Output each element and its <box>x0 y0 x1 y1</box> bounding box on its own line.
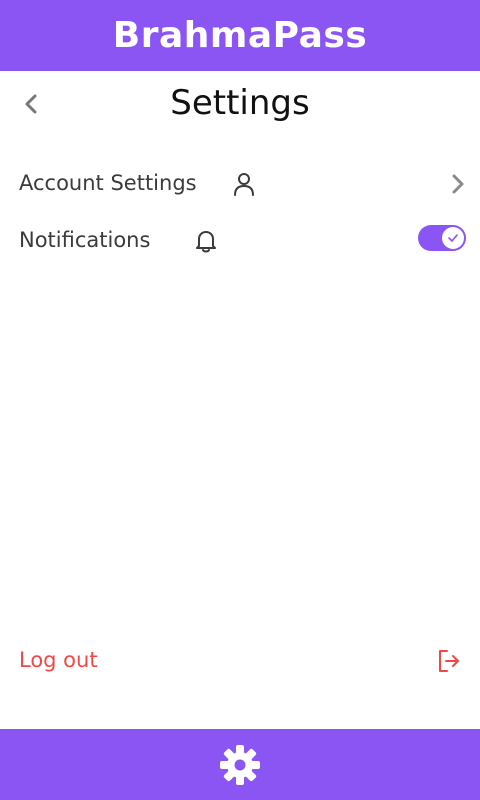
app-header-bar: BrahmaPass <box>0 0 480 71</box>
chevron-right-icon[interactable] <box>450 173 466 195</box>
notifications-label: Notifications <box>19 228 151 252</box>
bottom-nav-bar <box>0 729 480 800</box>
account-settings-label: Account Settings <box>19 171 197 195</box>
check-icon <box>448 234 458 242</box>
logout-icon <box>437 648 461 678</box>
app-title: BrahmaPass <box>112 15 368 56</box>
notifications-row: Notifications <box>0 216 480 264</box>
logout-button[interactable]: Log out <box>0 638 480 686</box>
account-settings-row[interactable]: Account Settings <box>0 159 480 207</box>
gear-icon[interactable] <box>219 744 261 786</box>
bell-icon <box>194 228 218 254</box>
page-title: Settings <box>170 83 310 123</box>
page-header: Settings <box>0 71 480 139</box>
user-icon <box>231 171 257 197</box>
notifications-toggle[interactable] <box>418 225 466 251</box>
toggle-knob <box>442 227 464 249</box>
logout-label: Log out <box>19 648 98 672</box>
